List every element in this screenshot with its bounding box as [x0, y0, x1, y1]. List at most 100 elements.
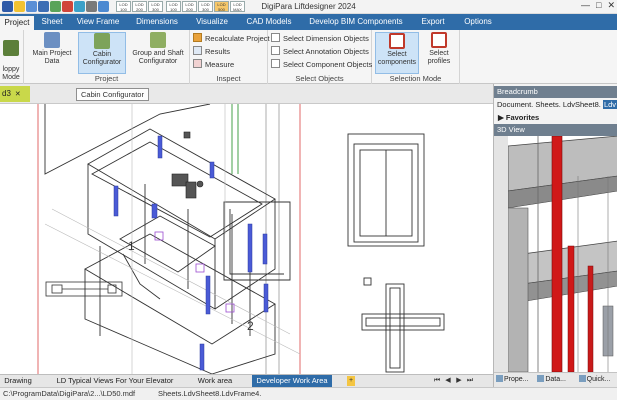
recalculate-icon — [193, 33, 202, 42]
ribbon-group-selection-mode: Select components Select profiles Select… — [372, 30, 460, 84]
dimension-select-icon — [271, 33, 280, 42]
favorites-section[interactable]: ▶ Favorites — [498, 113, 539, 123]
document-tab-label: d3 — [2, 89, 11, 98]
group-title-project: Project — [94, 74, 119, 83]
title-bar: LOD 100 LOD 200 LOD 300 LOD 100 LOD 200 … — [0, 0, 617, 14]
favorites-label: Favorites — [505, 113, 540, 122]
sheet-tab-developer-work-area[interactable]: Developer Work Area — [252, 375, 332, 387]
select-dimension-objects-button[interactable]: Select Dimension Objects — [271, 33, 369, 45]
cabin-icon — [94, 33, 110, 49]
cabin-configurator-label: Cabin Configurator — [82, 51, 122, 66]
group-shaft-configurator-button[interactable]: Group and Shaft Configurator — [128, 32, 188, 74]
tab-options[interactable]: Options — [456, 14, 500, 30]
last-sheet-icon[interactable]: ⏭ — [466, 376, 474, 386]
tab-export[interactable]: Export — [410, 14, 456, 30]
panel-tab-data-label: Data... — [545, 376, 566, 383]
breadcrumb-item-ldvsheet8[interactable]: LdvSheet8. — [563, 100, 601, 109]
tab-develop-bim-components[interactable]: Develop BIM Components — [302, 14, 410, 30]
window-controls: — □ ✕ — [581, 0, 615, 11]
breadcrumb-item-sheets[interactable]: Sheets. — [535, 100, 560, 109]
minimize-button[interactable]: — — [581, 0, 590, 11]
floppy-mode-label: loppy Mode — [2, 66, 20, 81]
status-bar: C:\ProgramData\DigiPara\2...\LD50.mdf Sh… — [0, 387, 617, 400]
tab-cad-models[interactable]: CAD Models — [236, 14, 302, 30]
sheet-tab-drawing[interactable]: Drawing — [0, 375, 36, 387]
select-annotation-label: Select Annotation Objects — [283, 47, 369, 56]
select-dimension-label: Select Dimension Objects — [283, 34, 369, 43]
right-panel: Breadcrumb Document. Sheets. LdvSheet8. … — [493, 84, 617, 387]
floppy-icon — [3, 40, 19, 56]
panel-tab-properties-label: Prope... — [504, 376, 529, 383]
group-title-select-objects: Select Objects — [295, 74, 344, 83]
document-tab-strip: d3 ✕ Cabin Configurator — [0, 84, 493, 104]
ribbon-group-project: Main Project Data Cabin Configurator Gro… — [24, 30, 190, 84]
tab-close-icon[interactable]: ✕ — [15, 91, 21, 98]
shaft-icon — [150, 32, 166, 48]
panel-tab-quick[interactable]: Quick... — [577, 373, 617, 387]
select-profiles-icon — [431, 32, 447, 48]
project-data-icon — [44, 32, 60, 48]
select-components-icon — [389, 33, 405, 49]
select-profiles-label: Select profiles — [427, 50, 451, 65]
breadcrumb-header: Breadcrumb — [494, 86, 617, 98]
group-title-inspect: Inspect — [216, 74, 241, 83]
select-components-button[interactable]: Select components — [375, 32, 419, 74]
data-icon — [537, 375, 545, 382]
annotation-select-icon — [271, 46, 280, 55]
add-sheet-icon[interactable]: + — [347, 376, 355, 386]
properties-icon — [496, 375, 503, 382]
panel-tab-data[interactable]: Data... — [535, 373, 576, 387]
results-icon — [193, 46, 202, 55]
tab-visualize[interactable]: Visualize — [188, 14, 236, 30]
view3d-render — [508, 136, 617, 372]
ribbon-group-inspect: Recalculate Project Results Measure Insp… — [190, 30, 270, 84]
ribbon-group-floppy: loppy Mode — [0, 30, 24, 84]
panel-tab-properties[interactable]: Prope... — [494, 373, 535, 387]
view3d-viewport[interactable] — [508, 136, 617, 372]
floppy-mode-button[interactable]: loppy Mode — [0, 32, 22, 81]
component-select-icon — [271, 59, 280, 68]
first-sheet-icon[interactable]: ⏮ — [433, 376, 441, 386]
panel-tabs: Prope... Data... Quick... — [494, 372, 617, 387]
ribbon-tabs: Project Sheet View Frame Dimensions Visu… — [0, 14, 617, 30]
quick-icon — [578, 375, 586, 382]
recalculate-project-button[interactable]: Recalculate Project — [193, 33, 270, 45]
measure-icon — [193, 59, 202, 68]
select-annotation-objects-button[interactable]: Select Annotation Objects — [271, 46, 369, 58]
results-button[interactable]: Results — [193, 46, 230, 58]
tab-view-frame[interactable]: View Frame — [70, 14, 126, 30]
prev-sheet-icon[interactable]: ◀ — [444, 376, 452, 386]
ribbon-group-select-objects: Select Dimension Objects Select Annotati… — [268, 30, 372, 84]
select-components-label: Select components — [377, 51, 417, 66]
tab-sheet[interactable]: Sheet — [34, 14, 70, 30]
view3d-gutter — [494, 136, 508, 372]
measure-button[interactable]: Measure — [193, 59, 234, 71]
group-shaft-configurator-label: Group and Shaft Configurator — [132, 50, 184, 65]
sheet-tab-typical-views[interactable]: LD Typical Views For Your Elevator — [56, 375, 174, 387]
main-project-data-button[interactable]: Main Project Data — [27, 32, 77, 74]
cabin-configurator-button[interactable]: Cabin Configurator — [78, 32, 126, 74]
maximize-button[interactable]: □ — [596, 0, 601, 11]
status-file-path: C:\ProgramData\DigiPara\2...\LD50.mdf — [3, 389, 136, 398]
group-title-selection-mode: Selection Mode — [389, 74, 442, 83]
breadcrumb-item-document[interactable]: Document. — [497, 100, 533, 109]
cad-drawing: 1 2 — [37, 104, 445, 374]
select-component-objects-button[interactable]: Select Component Objects — [271, 59, 372, 71]
measure-label: Measure — [205, 60, 235, 69]
next-sheet-icon[interactable]: ▶ — [455, 376, 463, 386]
results-label: Results — [205, 47, 231, 56]
breadcrumb: Document. Sheets. LdvSheet8. Ldv — [497, 100, 617, 110]
sheet-tab-work-area[interactable]: Work area — [192, 375, 238, 387]
bottom-sheet-tabs: Drawing LD Typical Views For Your Elevat… — [0, 374, 493, 387]
select-profiles-button[interactable]: Select profiles — [421, 32, 457, 74]
breadcrumb-item-current[interactable]: Ldv — [602, 100, 617, 109]
status-sheet-path: Sheets.LdvSheet8.LdvFrame4. — [158, 389, 262, 398]
close-button[interactable]: ✕ — [607, 0, 615, 11]
drawing-canvas[interactable]: 1 2 — [0, 104, 493, 374]
window-title: DigiPara Liftdesigner 2024 — [261, 2, 356, 11]
tab-project[interactable]: Project — [0, 14, 34, 30]
drawing-label-1: 1 — [128, 239, 135, 253]
tab-dimensions[interactable]: Dimensions — [126, 14, 188, 30]
ribbon: loppy Mode Main Project Data Cabin Confi… — [0, 30, 617, 84]
document-tab[interactable]: d3 ✕ — [0, 86, 30, 102]
